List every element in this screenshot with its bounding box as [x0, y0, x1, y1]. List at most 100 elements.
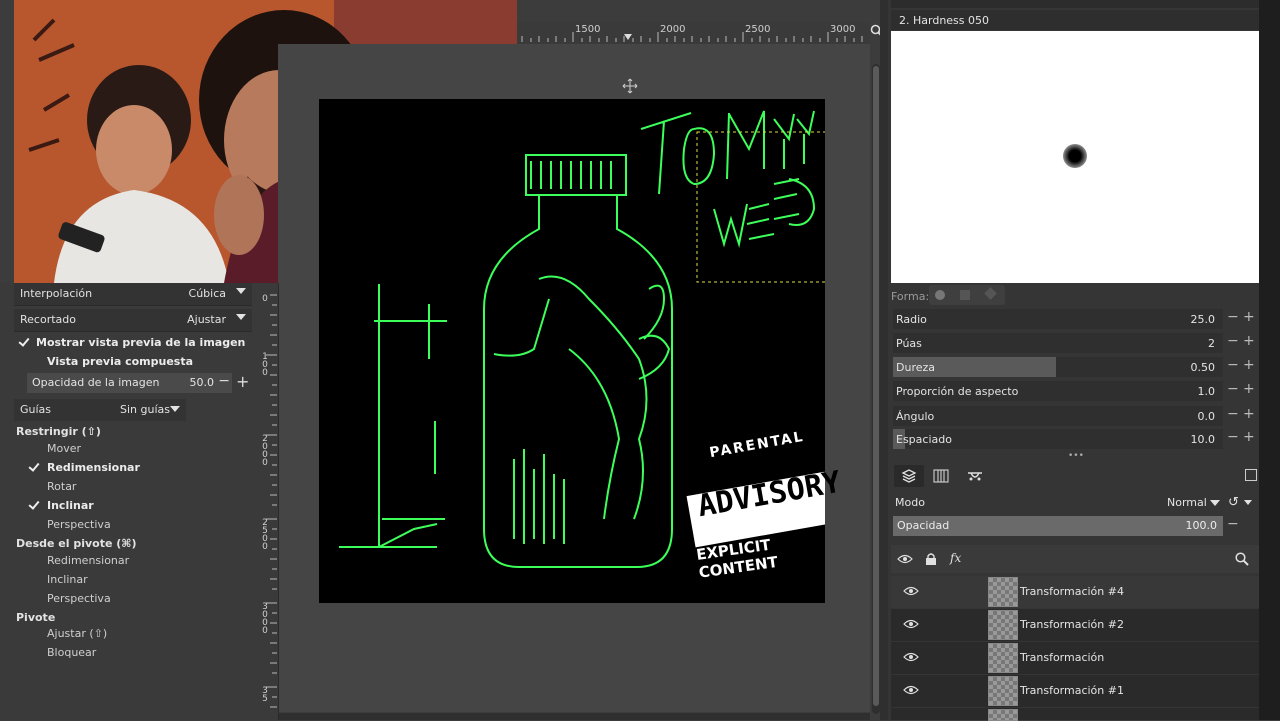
paths-tab-icon[interactable] — [960, 465, 990, 487]
square-shape-icon[interactable] — [960, 290, 970, 300]
radius-stepper[interactable]: − + — [1225, 309, 1261, 329]
vertical-ruler-ticks — [266, 294, 277, 708]
minus-icon[interactable]: − — [218, 373, 230, 389]
lock-icon[interactable] — [925, 552, 937, 565]
constrain-move-checkbox[interactable] — [30, 442, 42, 454]
layer-opacity-label: Opacidad — [897, 519, 950, 532]
show-preview-checkbox[interactable] — [20, 336, 32, 348]
pivot-lock-checkbox[interactable] — [30, 646, 42, 658]
constrain-resize-label: Redimensionar — [47, 461, 140, 474]
plus-icon[interactable]: + — [236, 372, 249, 391]
layer-row[interactable]: Transformación #1 — [891, 675, 1259, 707]
layer-opacity-stepper[interactable]: − — [1225, 516, 1261, 536]
dock-tab-strip — [891, 0, 1259, 8]
visibility-eye-icon[interactable] — [903, 618, 919, 630]
spikes-stepper[interactable]: − + — [1225, 333, 1261, 353]
diamond-shape-icon[interactable] — [984, 287, 997, 300]
radius-slider[interactable]: Radio 25.0 — [893, 309, 1223, 329]
brush-title-bar: 2. Hardness 050 — [891, 10, 1259, 30]
plus-icon: + — [1243, 357, 1255, 373]
spacing-stepper[interactable]: − + — [1225, 429, 1261, 449]
horizontal-scrollbar[interactable] — [278, 713, 870, 720]
angle-stepper[interactable]: − + — [1225, 406, 1261, 426]
pivot-resize-label: Redimensionar — [47, 554, 130, 567]
guides-dropdown[interactable]: Guías Sin guías — [14, 399, 186, 421]
show-preview-label: Mostrar vista previa de la imagen — [36, 336, 246, 349]
effects-icon[interactable]: fx — [950, 551, 961, 565]
spikes-slider[interactable]: Púas 2 — [893, 333, 1223, 353]
horizontal-ruler: 1500 2000 2500 3000 — [517, 22, 870, 45]
pivot-resize-checkbox[interactable] — [30, 554, 42, 566]
mode-label: Modo — [895, 496, 925, 509]
constrain-resize-checkbox[interactable] — [30, 461, 42, 473]
constrain-rotate-checkbox[interactable] — [30, 480, 42, 492]
angle-slider[interactable]: Ángulo 0.0 — [893, 406, 1223, 426]
ruler-label: 2500 — [745, 24, 771, 35]
layer-opacity-slider[interactable]: Opacidad 100.0 — [893, 516, 1223, 536]
artwork-drawing — [339, 110, 840, 568]
circle-shape-icon[interactable] — [935, 290, 945, 300]
panel-menu-icon[interactable] — [1245, 469, 1257, 481]
channels-tab-icon[interactable] — [926, 465, 956, 487]
composite-preview-checkbox[interactable] — [30, 355, 42, 367]
mode-row[interactable]: Modo Normal ↺ — [891, 492, 1259, 514]
spacing-value: 10.0 — [1190, 433, 1216, 446]
minus-icon: − — [1227, 516, 1239, 532]
dock-handle-icon[interactable]: ••• — [1068, 452, 1084, 461]
constrain-perspective-label: Perspectiva — [47, 518, 111, 531]
clipping-dropdown[interactable]: Recortado Ajustar — [14, 309, 252, 332]
angle-label: Ángulo — [896, 410, 935, 423]
plus-icon: + — [1243, 309, 1255, 325]
vertical-scrollbar-thumb[interactable] — [873, 66, 879, 706]
plus-icon: + — [1243, 429, 1255, 445]
pivot-snap-checkbox[interactable] — [30, 627, 42, 639]
constrain-title: Restringir (⇧) — [16, 425, 101, 438]
layer-row[interactable]: Transformación #4 — [891, 576, 1259, 608]
radius-label: Radio — [896, 313, 927, 326]
spacing-label: Espaciado — [896, 433, 952, 446]
artwork-image[interactable]: PARENTAL ADVISORY EXPLICIT CONTENT — [319, 99, 843, 603]
aspect-ratio-slider[interactable]: Proporción de aspecto 1.0 — [893, 381, 1223, 401]
spacing-slider[interactable]: Espaciado 10.0 — [893, 429, 1223, 449]
aspect-ratio-label: Proporción de aspecto — [896, 385, 1019, 398]
eye-icon[interactable] — [897, 553, 913, 565]
visibility-eye-icon[interactable] — [903, 585, 919, 597]
composite-preview-label: Vista previa compuesta — [47, 355, 194, 368]
visibility-eye-icon[interactable] — [903, 651, 919, 663]
search-icon[interactable] — [1235, 552, 1249, 566]
chevron-down-icon[interactable] — [1244, 500, 1252, 505]
layer-row[interactable]: Transformación — [891, 642, 1259, 674]
hardness-stepper[interactable]: − + — [1225, 357, 1261, 377]
visibility-eye-icon[interactable] — [903, 684, 919, 696]
pivot-shear-checkbox[interactable] — [30, 573, 42, 585]
chevron-down-icon — [236, 314, 246, 320]
layer-thumbnail — [988, 709, 1018, 721]
interpolation-dropdown[interactable]: Interpolación Cúbica — [14, 283, 252, 306]
pivot-snap-label: Ajustar (⇧) — [47, 627, 108, 640]
layer-name: Transformación — [1020, 651, 1105, 664]
image-opacity-slider[interactable]: Opacidad de la imagen 50.0 − — [27, 373, 232, 393]
pivot-shear-label: Inclinar — [47, 573, 88, 586]
hardness-slider[interactable]: Dureza 0.50 — [893, 357, 1223, 377]
vertical-ruler: 0 100 2000 2500 3000 35 — [258, 283, 279, 720]
layer-row[interactable]: Transformación #2 — [891, 609, 1259, 641]
chevron-down-icon[interactable] — [1210, 500, 1220, 506]
minus-icon: − — [1227, 333, 1239, 349]
chevron-down-icon — [236, 288, 246, 294]
from-pivot-title: Desde el pivote (⌘) — [16, 537, 137, 550]
guides-value: Sin guías — [120, 403, 170, 416]
dock-separator[interactable] — [880, 0, 888, 720]
constrain-shear-checkbox[interactable] — [30, 499, 42, 511]
minus-icon: − — [1227, 357, 1239, 373]
constrain-perspective-checkbox[interactable] — [30, 518, 42, 530]
shape-selector[interactable] — [929, 285, 1005, 305]
pivot-perspective-checkbox[interactable] — [30, 592, 42, 604]
vruler-label: 0 — [262, 294, 268, 304]
layers-tab-icon[interactable] — [894, 465, 924, 487]
layer-row[interactable] — [891, 708, 1259, 721]
aspect-ratio-stepper[interactable]: − + — [1225, 381, 1261, 401]
minus-icon: − — [1227, 309, 1239, 325]
vruler-label: 100 — [262, 352, 268, 378]
reset-mode-icon[interactable]: ↺ — [1228, 495, 1239, 510]
interpolation-value: Cúbica — [188, 287, 226, 300]
